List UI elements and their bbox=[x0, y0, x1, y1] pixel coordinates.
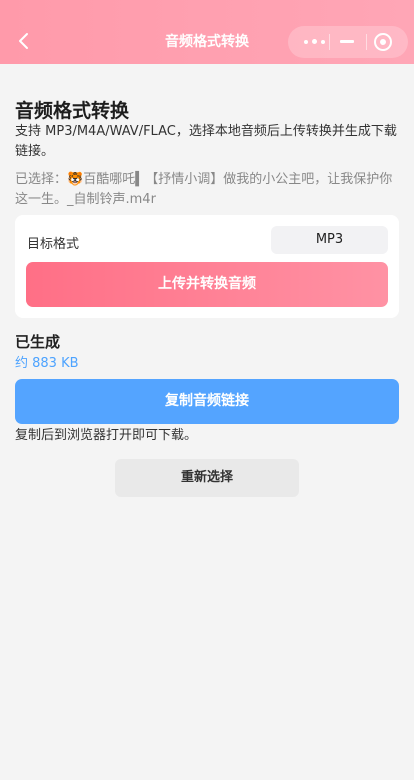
generated-label: 已生成 bbox=[15, 333, 61, 351]
selected-file-info: 已选择：🐯百酷哪吒▍【抒情小调】做我的小公主吧，让我保护你这一生。_自制铃声.m… bbox=[15, 170, 400, 210]
file-size-text: 约 883 KB bbox=[15, 356, 79, 371]
selected-prefix: 已选择： bbox=[15, 172, 68, 187]
page-description: 支持 MP3/M4A/WAV/FLAC，选择本地音频后上传转换并生成下载链接。 bbox=[15, 124, 397, 159]
target-format-select[interactable]: MP3 bbox=[271, 226, 388, 254]
minimize-icon[interactable] bbox=[336, 26, 362, 58]
selected-file-name: 🐯百酷哪吒▍【抒情小调】做我的小公主吧，让我保护你这一生。_自制铃声.m4r bbox=[15, 172, 393, 207]
target-format-label: 目标格式 bbox=[27, 237, 80, 252]
more-dots-icon[interactable] bbox=[298, 26, 332, 58]
copy-tip: 复制后到浏览器打开即可下载。 bbox=[15, 428, 198, 443]
mini-program-capsule bbox=[288, 26, 408, 58]
convert-card: 目标格式 MP3 上传并转换音频 bbox=[15, 215, 399, 318]
capsule-divider bbox=[366, 34, 367, 50]
target-close-icon[interactable] bbox=[370, 26, 400, 58]
page-title: 音频格式转换 bbox=[15, 100, 130, 122]
reselect-button[interactable]: 重新选择 bbox=[115, 459, 299, 497]
upload-convert-button[interactable]: 上传并转换音频 bbox=[26, 262, 388, 307]
capsule-divider bbox=[329, 34, 330, 50]
navigation-bar: 音频格式转换 bbox=[0, 0, 414, 64]
copy-link-button[interactable]: 复制音频链接 bbox=[15, 379, 399, 424]
